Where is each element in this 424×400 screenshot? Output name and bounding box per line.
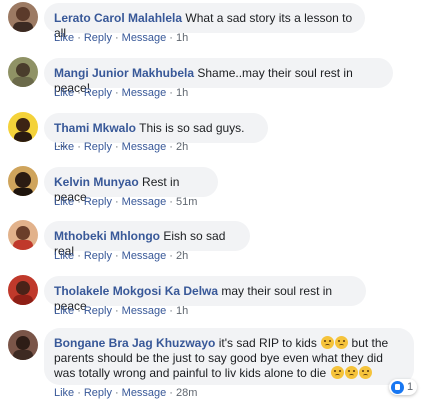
comment-author[interactable]: Bongane Bra Jag Khuzwayo (54, 336, 215, 350)
message-button[interactable]: Message (122, 305, 167, 317)
avatar[interactable] (8, 166, 38, 196)
separator: · (114, 141, 119, 153)
comment-bubble: Bongane Bra Jag Khuzwayo it's sad RIP to… (44, 328, 414, 385)
message-button[interactable]: Message (122, 196, 167, 208)
comment-actions: Like · Reply · Message · 28m (54, 387, 197, 399)
reply-button[interactable]: Reply (84, 387, 112, 399)
message-button[interactable]: Message (122, 32, 167, 44)
message-button[interactable]: Message (122, 87, 167, 99)
like-button[interactable]: Like (54, 141, 74, 153)
avatar[interactable] (8, 330, 38, 360)
comment-author[interactable]: Kelvin Munyao (54, 175, 139, 189)
comment-timestamp[interactable]: 28m (176, 387, 197, 399)
separator: · (77, 305, 81, 317)
avatar[interactable] (8, 112, 38, 142)
comment-actions: Like · Reply · Message · 2h (54, 250, 188, 262)
separator: · (169, 141, 173, 153)
crying-face-icon (358, 366, 372, 379)
avatar[interactable] (8, 275, 38, 305)
message-button[interactable]: Message (122, 387, 167, 399)
separator: · (77, 87, 81, 99)
separator: · (169, 32, 173, 44)
comment-bubble: Kelvin Munyao Rest in peace (44, 167, 218, 204)
comment-timestamp[interactable]: 1h (176, 305, 188, 317)
separator: · (77, 141, 81, 153)
separator: · (114, 387, 119, 399)
separator: · (114, 250, 119, 262)
comment-timestamp[interactable]: 51m (176, 196, 197, 208)
comment-author[interactable]: Tholakele Mokgosi Ka Delwa (54, 284, 218, 298)
reaction-count: 1 (407, 381, 414, 393)
reply-button[interactable]: Reply (84, 196, 112, 208)
separator: · (77, 32, 81, 44)
comment-author[interactable]: Mthobeki Mhlongo (54, 229, 160, 243)
comment-actions: Like · Reply · Message · 1h (54, 305, 188, 317)
separator: · (114, 196, 119, 208)
reply-button[interactable]: Reply (84, 250, 112, 262)
crying-face-icon (321, 336, 335, 349)
comment-timestamp[interactable]: 1h (176, 32, 188, 44)
like-button[interactable]: Like (54, 32, 74, 44)
separator: · (169, 196, 173, 208)
like-button[interactable]: Like (54, 196, 74, 208)
message-button[interactable]: Message (122, 141, 167, 153)
like-button[interactable]: Like (54, 305, 74, 317)
comment-actions: Like · Reply · Message · 1h (54, 87, 188, 99)
comment-actions: Like · Reply · Message · 2h (54, 141, 188, 153)
separator: · (169, 305, 173, 317)
like-reaction-icon (391, 380, 404, 394)
reply-button[interactable]: Reply (84, 87, 112, 99)
crying-face-icon (344, 366, 358, 379)
separator: · (77, 250, 81, 262)
comment-bubble: Lerato Carol Malahlela What a sad story … (44, 3, 365, 40)
comment-actions: Like · Reply · Message · 1h (54, 32, 188, 44)
separator: · (77, 387, 81, 399)
comment-text: it's sad RIP to kids (218, 336, 317, 350)
separator: · (169, 250, 173, 262)
like-button[interactable]: Like (54, 387, 74, 399)
comment-timestamp[interactable]: 2h (176, 141, 188, 153)
avatar[interactable] (8, 2, 38, 32)
reply-button[interactable]: Reply (84, 141, 112, 153)
reply-button[interactable]: Reply (84, 32, 112, 44)
reaction-summary[interactable]: 1 (389, 379, 418, 395)
comment-author[interactable]: Lerato Carol Malahlela (54, 11, 182, 25)
comment-author[interactable]: Mangi Junior Makhubela (54, 66, 194, 80)
reply-button[interactable]: Reply (84, 305, 112, 317)
comment-timestamp[interactable]: 1h (176, 87, 188, 99)
like-button[interactable]: Like (54, 250, 74, 262)
separator: · (169, 87, 173, 99)
comment-actions: Like · Reply · Message · 51m (54, 196, 197, 208)
avatar[interactable] (8, 220, 38, 250)
comment-timestamp[interactable]: 2h (176, 250, 188, 262)
separator: · (77, 196, 81, 208)
comment-bubble: Mthobeki Mhlongo Eish so sad real (44, 221, 250, 258)
comment-author[interactable]: Thami Mkwalo (54, 121, 136, 135)
comment-bubble: Thami Mkwalo This is so sad guys. ..... (44, 113, 268, 150)
separator: · (114, 87, 119, 99)
message-button[interactable]: Message (122, 250, 167, 262)
separator: · (114, 32, 119, 44)
crying-face-icon (335, 336, 349, 349)
avatar[interactable] (8, 57, 38, 87)
crying-face-icon (330, 366, 344, 379)
separator: · (114, 305, 119, 317)
comment-bubble: Tholakele Mokgosi Ka Delwa may their sou… (44, 276, 366, 313)
like-button[interactable]: Like (54, 87, 74, 99)
separator: · (169, 387, 173, 399)
comment-bubble: Mangi Junior Makhubela Shame..may their … (44, 58, 393, 95)
